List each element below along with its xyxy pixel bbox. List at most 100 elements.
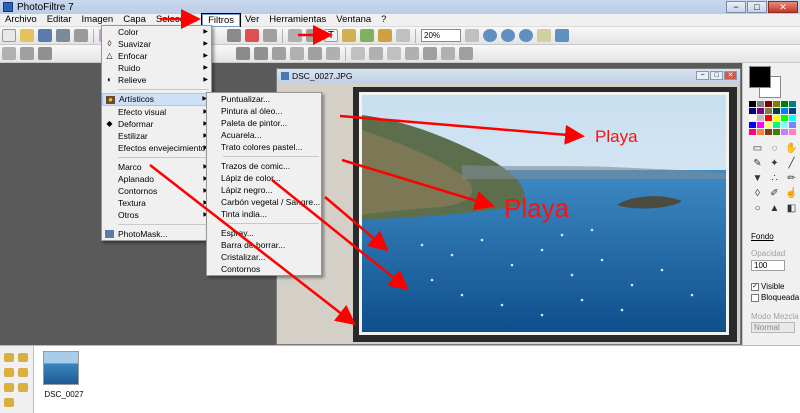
palette-swatch[interactable]: [789, 129, 796, 135]
menu-estilizar[interactable]: Estilizar▶: [102, 130, 211, 142]
gradient-icon[interactable]: ◧: [785, 203, 798, 215]
layer-icon[interactable]: [342, 29, 356, 42]
blur-icon[interactable]: ○: [751, 203, 764, 215]
palette-swatch[interactable]: [781, 108, 788, 114]
palette-swatch[interactable]: [749, 115, 756, 121]
menu-deformar[interactable]: ◆Deformar▶: [102, 118, 211, 130]
rotate-icon[interactable]: [459, 47, 473, 60]
submenu-pintura-oleo[interactable]: Pintura al óleo...: [207, 105, 321, 117]
text-icon[interactable]: T: [324, 29, 338, 42]
palette-swatch[interactable]: [781, 115, 788, 121]
palette-swatch[interactable]: [773, 122, 780, 128]
bloqueada-checkbox[interactable]: Bloqueada: [751, 293, 799, 302]
menu-textura[interactable]: Textura▶: [102, 197, 211, 209]
gamma-icon[interactable]: [326, 47, 340, 60]
close-button[interactable]: ✕: [768, 1, 798, 13]
menu-enfocar[interactable]: △ Enfocar ▶: [102, 50, 211, 62]
print-icon[interactable]: [74, 29, 88, 42]
palette-swatch[interactable]: [749, 122, 756, 128]
folder-icon[interactable]: [4, 383, 14, 392]
foreground-color-swatch[interactable]: [749, 66, 771, 88]
full-screen-icon[interactable]: [555, 29, 569, 42]
palette-swatch[interactable]: [765, 101, 772, 107]
palette-swatch[interactable]: [789, 108, 796, 114]
opacidad-input[interactable]: 100: [751, 260, 785, 271]
line-icon[interactable]: ╱: [785, 158, 798, 170]
zoom-select[interactable]: 20%: [421, 29, 461, 42]
palette-swatch[interactable]: [773, 115, 780, 121]
new-file-icon[interactable]: [2, 29, 16, 42]
palette-swatch[interactable]: [789, 115, 796, 121]
frame-icon[interactable]: [396, 29, 410, 42]
palette-swatch[interactable]: [757, 101, 764, 107]
folder-icon[interactable]: [4, 353, 14, 362]
fit-icon[interactable]: [2, 47, 16, 60]
submenu-barra-borrar[interactable]: Barra de borrar...: [207, 239, 321, 251]
submenu-espray[interactable]: Espray...: [207, 227, 321, 239]
spray-icon[interactable]: ∴: [768, 173, 781, 185]
palette-swatch[interactable]: [757, 129, 764, 135]
fit-window-icon[interactable]: [537, 29, 551, 42]
save-as-icon[interactable]: [56, 29, 70, 42]
palette-swatch[interactable]: [781, 101, 788, 107]
submenu-lapiz-color[interactable]: Lápiz de color...: [207, 172, 321, 184]
zoom-dropdown-icon[interactable]: [465, 29, 479, 42]
palette-swatch[interactable]: [765, 108, 772, 114]
contrast-down-icon[interactable]: [290, 47, 304, 60]
submenu-paleta-pintor[interactable]: Paleta de pintor...: [207, 117, 321, 129]
palette-swatch[interactable]: [757, 122, 764, 128]
drop-filter-icon[interactable]: [387, 47, 401, 60]
color-icon[interactable]: [245, 29, 259, 42]
submenu-lapiz-negro[interactable]: Lápiz negro...: [207, 184, 321, 196]
zoom-out-icon[interactable]: [501, 29, 515, 42]
submenu-puntualizar[interactable]: Puntualizar...: [207, 93, 321, 105]
copy-icon[interactable]: [288, 29, 302, 42]
palette-swatch[interactable]: [765, 115, 772, 121]
folder-icon[interactable]: [4, 398, 14, 407]
menu-aplanado[interactable]: Aplanado▶: [102, 173, 211, 185]
palette-swatch[interactable]: [781, 129, 788, 135]
minimize-button[interactable]: −: [726, 1, 746, 13]
submenu-cristalizar[interactable]: Cristalizar...: [207, 251, 321, 263]
drop-icon[interactable]: ◊: [751, 188, 764, 200]
fill-icon[interactable]: ▼: [751, 173, 764, 185]
submenu-contornos[interactable]: Contornos: [207, 263, 321, 275]
menu-marco[interactable]: Marco▶: [102, 161, 211, 173]
image-thumbnail[interactable]: [43, 351, 79, 385]
palette-swatch[interactable]: [789, 101, 796, 107]
palette-swatch[interactable]: [781, 122, 788, 128]
brush-icon[interactable]: ✏: [785, 173, 798, 185]
palette-swatch[interactable]: [765, 122, 772, 128]
menu-suavizar[interactable]: ◊ Suavizar ▶: [102, 38, 211, 50]
palette-swatch[interactable]: [773, 101, 780, 107]
menu-contornos[interactable]: Contornos▶: [102, 185, 211, 197]
palette-swatch[interactable]: [749, 101, 756, 107]
effect-icon[interactable]: [360, 29, 374, 42]
menu-archivo[interactable]: Archivo: [0, 14, 42, 27]
menu-editar[interactable]: Editar: [42, 14, 77, 27]
palette-swatch[interactable]: [757, 115, 764, 121]
maximize-button[interactable]: □: [747, 1, 767, 13]
flip-icon[interactable]: [441, 47, 455, 60]
grayscale-icon[interactable]: [227, 29, 241, 42]
menu-herramientas[interactable]: Herramientas: [264, 14, 331, 27]
menu-relieve[interactable]: ◐ Relieve ▶: [102, 74, 211, 86]
lasso-icon[interactable]: ◌: [768, 143, 781, 155]
auto-contrast-icon[interactable]: [254, 47, 268, 60]
contrast-icon[interactable]: [263, 29, 277, 42]
menu-otros[interactable]: Otros▶: [102, 209, 211, 221]
image-minimize-button[interactable]: −: [696, 71, 709, 80]
modo-mezcla-select[interactable]: Normal: [751, 322, 795, 333]
auto-level-icon[interactable]: [236, 47, 250, 60]
pencil-icon[interactable]: ✐: [768, 188, 781, 200]
zoom-in-icon[interactable]: [483, 29, 497, 42]
palette-swatch[interactable]: [749, 129, 756, 135]
menu-artisticos[interactable]: ● Artísticos ▶: [102, 93, 211, 106]
menu-color[interactable]: Color ▶: [102, 26, 211, 38]
wand-icon[interactable]: ✦: [768, 158, 781, 170]
paste-icon[interactable]: [306, 29, 320, 42]
relief-filter-icon[interactable]: [405, 47, 419, 60]
menu-ruido[interactable]: Ruido ▶: [102, 62, 211, 74]
palette-swatch[interactable]: [765, 129, 772, 135]
hand-icon[interactable]: ✋: [785, 143, 798, 155]
